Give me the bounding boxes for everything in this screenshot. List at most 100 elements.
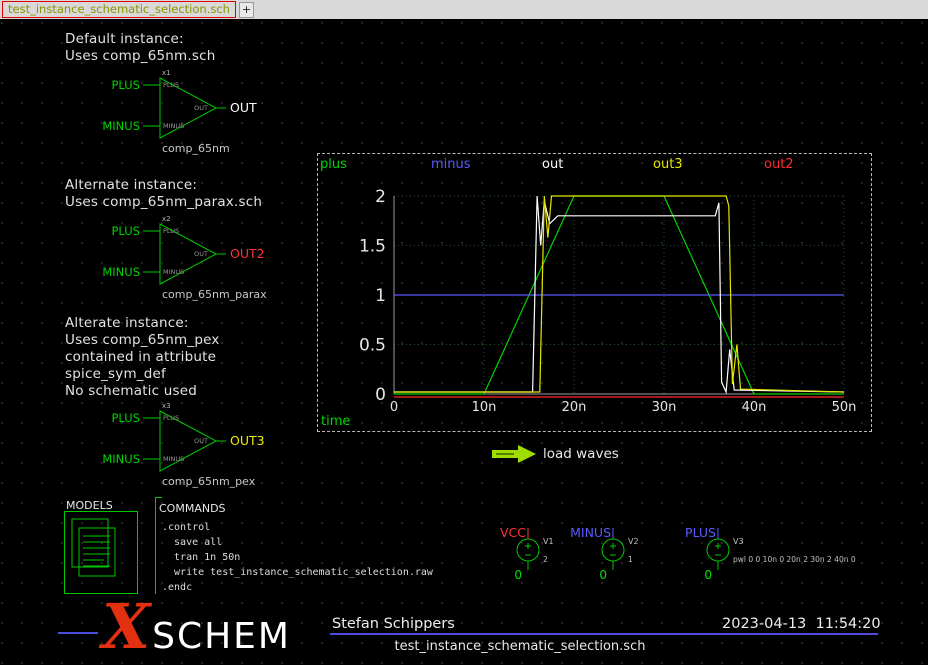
pin-name-minus: MINUS bbox=[163, 268, 184, 276]
net-label-out3[interactable]: OUT3 bbox=[230, 433, 265, 448]
commands-label: COMMANDS bbox=[159, 502, 226, 515]
legend-out3: out3 bbox=[653, 157, 683, 172]
author-name: Stefan Schippers bbox=[332, 616, 455, 632]
instance1-heading: Default instance: Uses comp_65nm.sch bbox=[65, 31, 216, 65]
heading-line: Uses comp_65nm.sch bbox=[65, 48, 216, 65]
source-value: 1 bbox=[628, 555, 633, 564]
source-value: 2 bbox=[543, 555, 548, 564]
comparator-instance-x3[interactable]: PLUS MINUS x3 PLUS MINUS OUT OUT3 comp_6… bbox=[48, 399, 298, 494]
pin-name-out: OUT bbox=[194, 250, 208, 258]
comparator-instance-x1[interactable]: PLUS MINUS x1 PLUS MINUS OUT OUT comp_65… bbox=[48, 66, 298, 161]
y-tick-label: 0.5 bbox=[359, 336, 386, 356]
heading-line: spice_sym_def bbox=[65, 366, 220, 383]
net-label-out[interactable]: OUT bbox=[230, 100, 257, 115]
cell-name: comp_65nm bbox=[162, 142, 230, 155]
y-tick-label: 1 bbox=[375, 286, 386, 306]
gnd-label[interactable]: 0 bbox=[599, 568, 607, 582]
net-label-plus[interactable]: PLUS bbox=[112, 78, 141, 92]
pin-name-plus: PLUS bbox=[163, 81, 179, 89]
pin-name-minus: MINUS bbox=[163, 122, 184, 130]
legend-out2: out2 bbox=[764, 157, 794, 172]
titleblock-line bbox=[58, 632, 98, 634]
command-line: tran 1n 50n bbox=[162, 552, 240, 563]
refdes: x1 bbox=[162, 69, 171, 77]
waveform-graph[interactable]: plusminusoutout3out2 010n20n30n40n50n00.… bbox=[317, 153, 872, 432]
schematic-filename: test_instance_schematic_selection.sch bbox=[300, 639, 740, 654]
gnd-label[interactable]: 0 bbox=[704, 568, 712, 582]
legend-minus: minus bbox=[431, 157, 471, 172]
heading-line: Uses comp_65nm_pex bbox=[65, 332, 220, 349]
net-label-minus[interactable]: MINUS bbox=[570, 525, 611, 540]
models-symbol[interactable] bbox=[64, 511, 138, 595]
x-tick-label: 40n bbox=[742, 400, 767, 415]
trace-out3 bbox=[394, 196, 844, 392]
tab-bar: test_instance_schematic_selection.sch + bbox=[0, 0, 928, 19]
y-tick-label: 1.5 bbox=[359, 237, 386, 257]
command-line: .endc bbox=[162, 582, 192, 593]
command-line: .control bbox=[162, 522, 210, 533]
net-label-out2[interactable]: OUT2 bbox=[230, 246, 265, 261]
voltage-source-plus[interactable]: PLUS V3 pwl 0 0 10n 0 20n 2 30n 2 40n 0 … bbox=[660, 522, 900, 584]
instance2-heading: Alternate instance: Uses comp_65nm_parax… bbox=[65, 177, 262, 211]
refdes: x2 bbox=[162, 215, 171, 223]
refdes: V2 bbox=[628, 537, 639, 546]
heading-line: Alternate instance: bbox=[65, 177, 262, 194]
y-tick-label: 2 bbox=[375, 187, 386, 207]
cell-name: comp_65nm_pex bbox=[162, 475, 256, 488]
trace-out bbox=[394, 196, 844, 392]
net-label-minus[interactable]: MINUS bbox=[102, 452, 140, 466]
x-tick-label: 20n bbox=[562, 400, 587, 415]
titleblock-line bbox=[330, 633, 878, 635]
source-value: pwl 0 0 10n 0 20n 2 30n 2 40n 0 bbox=[733, 555, 856, 564]
heading-line: Default instance: bbox=[65, 31, 216, 48]
document-icon bbox=[79, 528, 115, 576]
command-line: write test_instance_schematic_selection.… bbox=[162, 567, 433, 578]
instance3-heading: Alterate instance: Uses comp_65nm_pex co… bbox=[65, 315, 220, 400]
new-tab-button[interactable]: + bbox=[239, 2, 254, 18]
heading-line: Uses comp_65nm_parax.sch bbox=[65, 194, 262, 211]
heading-line: contained in attribute bbox=[65, 349, 220, 366]
timestamp: 2023-04-13 11:54:20 bbox=[722, 616, 881, 632]
commands-bracket bbox=[155, 497, 162, 498]
command-line: save all bbox=[162, 537, 222, 548]
comparator-instance-x2[interactable]: PLUS MINUS x2 PLUS MINUS OUT OUT2 comp_6… bbox=[48, 212, 298, 307]
tab-active[interactable]: test_instance_schematic_selection.sch bbox=[2, 1, 236, 18]
xschem-logo: X SCHEM bbox=[102, 598, 291, 657]
net-label-minus[interactable]: MINUS bbox=[102, 265, 140, 279]
refdes: V1 bbox=[543, 537, 554, 546]
logo-x: X bbox=[102, 598, 150, 656]
heading-line: No schematic used bbox=[65, 383, 220, 400]
net-label-minus[interactable]: MINUS bbox=[102, 119, 140, 133]
gnd-label[interactable]: 0 bbox=[514, 568, 522, 582]
x-tick-label: 30n bbox=[652, 400, 677, 415]
x-axis-title: time bbox=[321, 414, 350, 429]
net-label-vcc[interactable]: VCC bbox=[500, 525, 526, 540]
logo-text: SCHEM bbox=[152, 616, 291, 657]
xschem-window: test_instance_schematic_selection.sch + … bbox=[0, 0, 928, 665]
pin-name-plus: PLUS bbox=[163, 227, 179, 235]
y-tick-label: 0 bbox=[375, 385, 386, 405]
net-label-plus[interactable]: PLUS bbox=[112, 411, 141, 425]
vsource-circle bbox=[517, 539, 539, 561]
pin-name-out: OUT bbox=[194, 437, 208, 445]
x-tick-label: 50n bbox=[832, 400, 857, 415]
commands-bracket bbox=[155, 497, 156, 594]
refdes: x3 bbox=[162, 402, 171, 410]
graph-plot-area: 010n20n30n40n50n00.511.52 bbox=[318, 154, 871, 431]
vsource-circle bbox=[707, 539, 729, 561]
models-box bbox=[65, 512, 138, 594]
vsource-circle bbox=[602, 539, 624, 561]
load-waves-arrow-icon[interactable] bbox=[492, 444, 538, 464]
pin-name-minus: MINUS bbox=[163, 455, 184, 463]
heading-line: Alterate instance: bbox=[65, 315, 220, 332]
pin-name-plus: PLUS bbox=[163, 414, 179, 422]
x-tick-label: 0 bbox=[390, 400, 398, 415]
load-waves-label[interactable]: load waves bbox=[543, 446, 619, 462]
legend-out: out bbox=[542, 157, 563, 172]
net-label-plus[interactable]: PLUS bbox=[112, 224, 141, 238]
legend-plus: plus bbox=[320, 157, 347, 172]
tab-active-label: test_instance_schematic_selection.sch bbox=[8, 2, 230, 16]
pin-name-out: OUT bbox=[194, 104, 208, 112]
net-label-plus[interactable]: PLUS bbox=[685, 525, 716, 540]
refdes: V3 bbox=[733, 537, 744, 546]
